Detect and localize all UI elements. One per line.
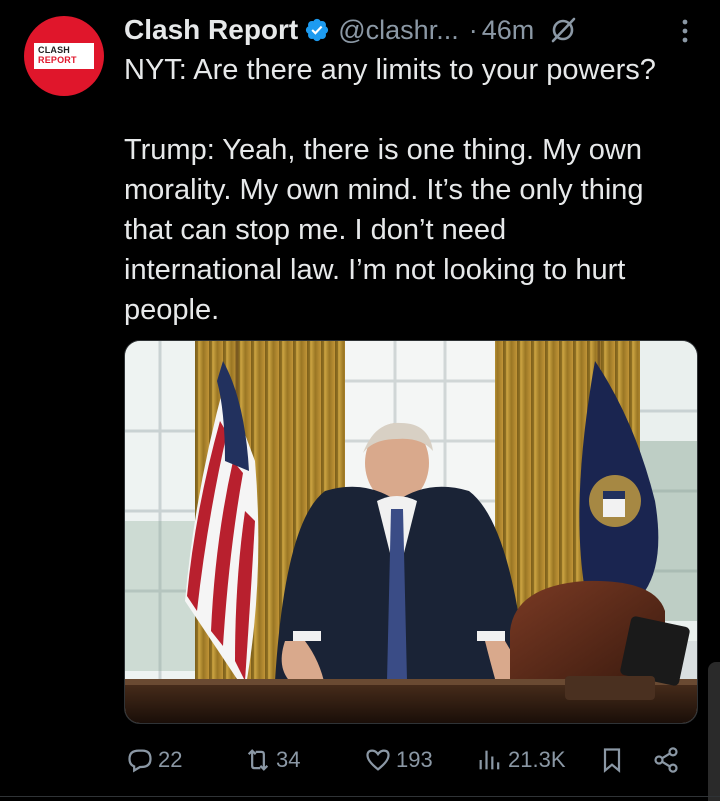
tweet-text-line: international law. I’m not looking to hu… (124, 254, 626, 286)
avatar[interactable]: CLASH REPORT (24, 16, 104, 96)
handle[interactable]: @clashr... (338, 15, 458, 46)
clash-report-logo: CLASH REPORT (34, 41, 94, 71)
verified-badge-icon[interactable] (304, 17, 330, 43)
tweet-text-line: morality. My own mind. It’s the only thi… (124, 174, 644, 206)
bookmark-button[interactable] (598, 742, 626, 778)
grok-icon[interactable] (548, 15, 578, 45)
tweet-photo[interactable] (124, 340, 698, 724)
tweet-text-line: Trump: Yeah, there is one thing. My own (124, 134, 642, 166)
like-count: 193 (396, 747, 433, 772)
divider (0, 796, 720, 797)
reply-button[interactable]: 22 (126, 742, 182, 778)
logo-text-line2: REPORT (38, 55, 77, 65)
tweet-text-line: that can stop me. I don’t need (124, 214, 507, 246)
views-button[interactable]: 21.3K (476, 742, 566, 778)
action-bar: 22 34 193 21.3K (124, 742, 696, 778)
scrollbar[interactable] (708, 662, 720, 801)
tweet-header: Clash Report @clashr... · 46m (124, 12, 700, 48)
heart-icon (364, 746, 392, 774)
share-icon (652, 746, 680, 774)
more-icon[interactable] (678, 16, 692, 46)
separator-dot: · (468, 14, 478, 45)
views-icon (476, 746, 504, 774)
logo-text-line1: CLASH (38, 45, 70, 55)
share-button[interactable] (652, 742, 680, 778)
display-name[interactable]: Clash Report (124, 14, 298, 46)
like-button[interactable]: 193 (364, 742, 433, 778)
repost-button[interactable]: 34 (244, 742, 300, 778)
reply-icon (126, 746, 154, 774)
tweet-text: NYT: Are there any limits to your powers… (124, 50, 704, 330)
reply-count: 22 (158, 747, 183, 772)
photo-oval-office (125, 341, 697, 723)
tweet-text-line: people. (124, 294, 220, 326)
repost-icon (244, 746, 272, 774)
repost-count: 34 (276, 747, 301, 772)
timestamp[interactable]: 46m (482, 15, 535, 46)
bookmark-icon (598, 746, 626, 774)
views-count: 21.3K (508, 747, 566, 772)
tweet-text-line: NYT: Are there any limits to your powers… (124, 54, 656, 86)
